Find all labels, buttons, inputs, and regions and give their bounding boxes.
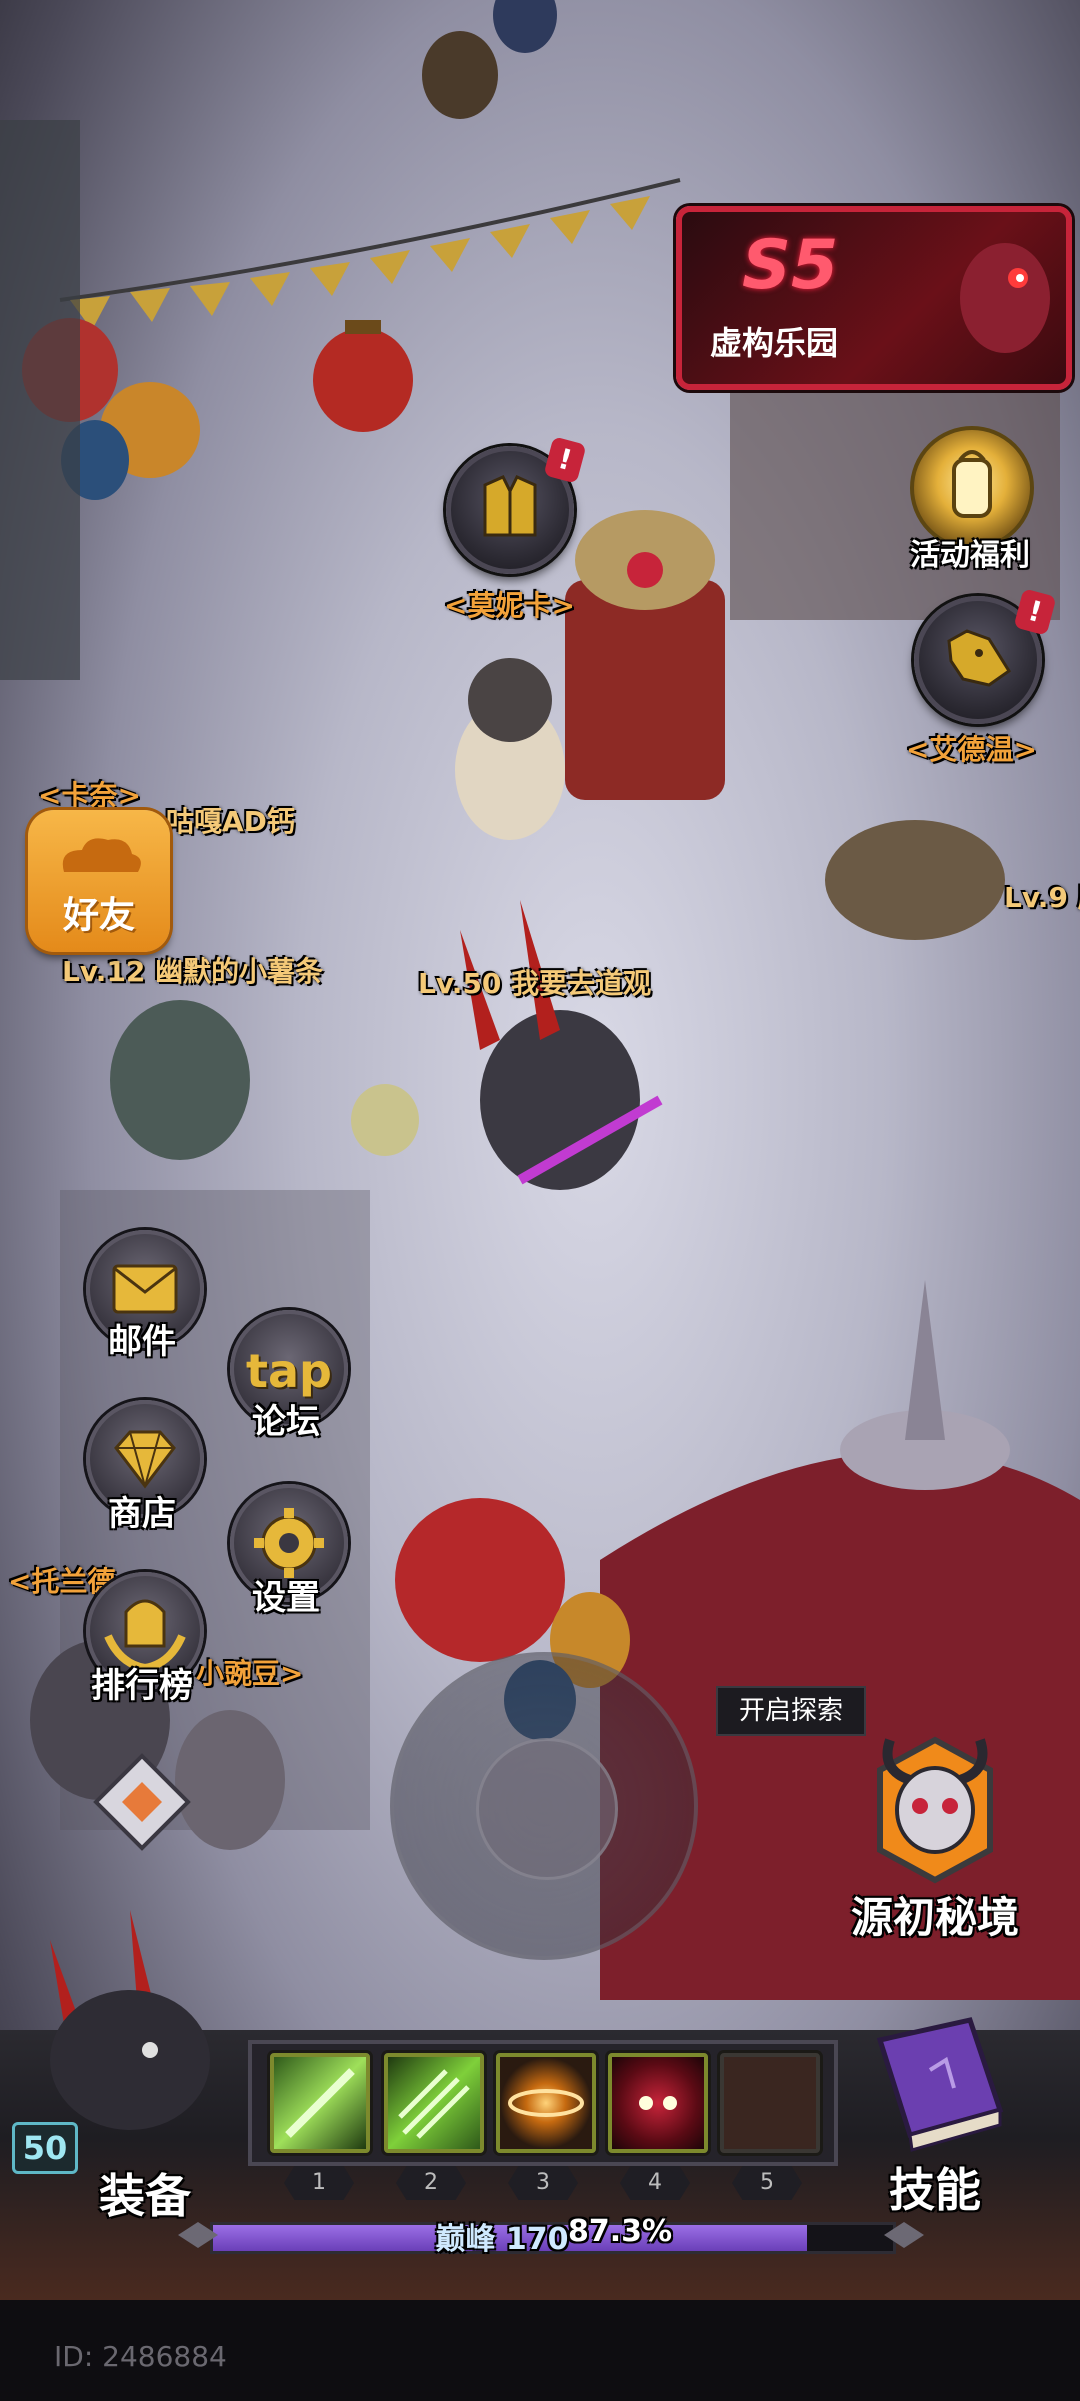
skill-slot-3[interactable] xyxy=(496,2053,596,2153)
xp-percent: 87.3% xyxy=(567,2214,673,2249)
dungeon-button[interactable] xyxy=(860,1720,1010,1890)
xp-bar-left-cap-icon xyxy=(178,2222,218,2248)
game-scene: S5 虚构乐园 ! <莫妮卡> 活动福利 ! <艾德温> <卡奈> 咕嘎AD钙 xyxy=(0,0,1080,2401)
wind-slash-icon xyxy=(285,2068,355,2138)
dungeon-label: 源初秘境 xyxy=(850,1893,1019,1942)
player-name-right[interactable]: Lv.9 廌 xyxy=(1004,876,1080,916)
season-code: S5 xyxy=(742,226,839,305)
equip-label: 装备 xyxy=(99,2169,191,2223)
skills-label: 技能 xyxy=(889,2163,981,2217)
triple-arrow-icon xyxy=(398,2069,470,2139)
level-badge: 50 xyxy=(12,2122,78,2174)
npc-xiaowandou-name: 小豌豆> xyxy=(196,1657,304,1690)
forum-label: 论坛 xyxy=(252,1402,320,1442)
player-name-p2[interactable]: Lv.12 幽默的小薯条 xyxy=(62,950,323,990)
npc-kaina-name: <卡奈> xyxy=(38,779,141,812)
mail-label: 邮件 xyxy=(108,1322,176,1362)
friends-label: 好友 xyxy=(62,895,135,936)
season-mascot-icon xyxy=(960,243,1050,353)
season-banner[interactable]: S5 虚构乐园 xyxy=(676,206,1072,390)
shop-label: 商店 xyxy=(108,1494,176,1534)
friends-button[interactable]: 好友 xyxy=(28,810,170,952)
ranking-label: 排行榜 xyxy=(91,1666,193,1706)
skill-slot-number-3: 3 xyxy=(508,2166,578,2200)
skill-slot-number-4: 4 xyxy=(620,2166,690,2200)
virtual-joystick[interactable] xyxy=(390,1652,698,1960)
skill-slot-number-2: 2 xyxy=(396,2166,466,2200)
hero-portrait-icon xyxy=(50,1910,210,2130)
demon-face-icon xyxy=(639,2096,677,2110)
spellbook-icon xyxy=(876,2017,1004,2152)
skill-slot-number-5: 5 xyxy=(732,2166,802,2200)
equip-button[interactable] xyxy=(20,1900,240,2130)
skills-button[interactable] xyxy=(850,2000,1020,2160)
skill-slot-number-1: 1 xyxy=(284,2166,354,2200)
cloud-icon xyxy=(62,838,141,872)
player-name-p1[interactable]: 咕嘎AD钙 xyxy=(166,800,295,840)
lantern-icon xyxy=(952,450,992,518)
skill-slot-4[interactable] xyxy=(608,2053,708,2153)
npc-edwin-name: <艾德温> xyxy=(906,733,1037,766)
xp-bar-right-cap-icon xyxy=(884,2222,924,2248)
skill-slot-1[interactable] xyxy=(270,2053,370,2153)
activity-label: 活动福利 xyxy=(910,538,1030,573)
vortex-icon xyxy=(508,2089,584,2117)
player-name-me: Lv.50 我要去道观 xyxy=(418,967,652,1000)
demon-skull-icon xyxy=(877,1736,993,1884)
player-id: ID: 2486884 xyxy=(54,2340,227,2373)
tap-icon: tap xyxy=(246,1344,332,1398)
skill-slot-5[interactable] xyxy=(720,2053,820,2153)
settings-label: 设置 xyxy=(252,1578,320,1618)
skill-slot-2[interactable] xyxy=(384,2053,484,2153)
explore-tooltip: 开启探索 xyxy=(716,1686,866,1736)
season-name: 虚构乐园 xyxy=(710,324,839,362)
npc-monica-name: <莫妮卡> xyxy=(444,589,575,622)
joystick-knob[interactable] xyxy=(476,1738,618,1880)
map-diamond-icon[interactable] xyxy=(92,1752,192,1852)
